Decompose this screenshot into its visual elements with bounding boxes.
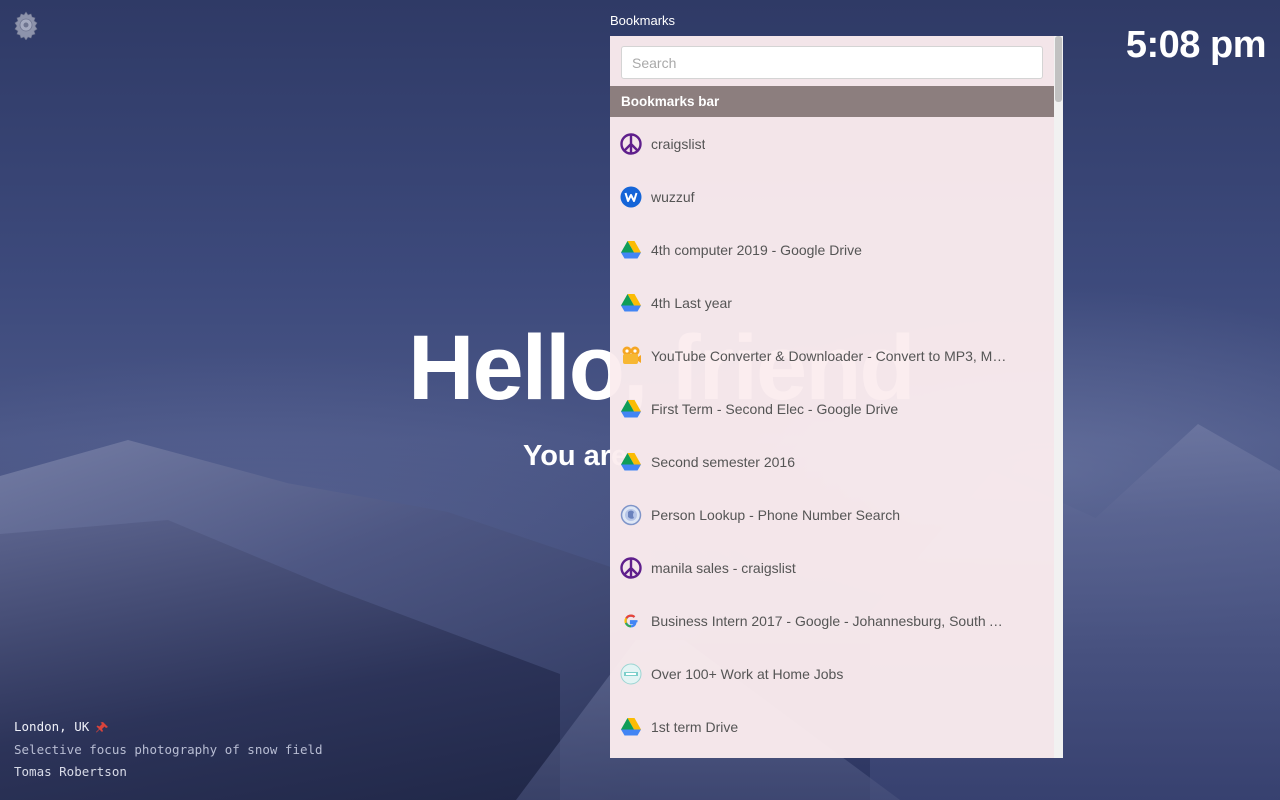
photo-location-label: London, UK [14, 719, 90, 734]
bookmarks-title: Bookmarks [610, 13, 676, 28]
bookmark-item[interactable]: First Term - Second Elec - Google Drive [610, 382, 1054, 435]
bookmark-item[interactable]: 4th Last year [610, 276, 1054, 329]
bookmark-item[interactable]: Second semester 2016 [610, 435, 1054, 488]
bookmark-item[interactable]: 1st term Drive [610, 700, 1054, 753]
bookmark-item[interactable]: Business Intern 2017 - Google - Johannes… [610, 594, 1054, 647]
google-drive-icon [620, 239, 642, 261]
wuzzuf-icon [620, 186, 642, 208]
bookmarks-scrollbar[interactable] [1054, 36, 1063, 758]
photo-author[interactable]: Tomas Robertson [14, 761, 323, 784]
bookmark-label: craigslist [651, 135, 706, 152]
bookmark-item[interactable]: craigslist [610, 117, 1054, 170]
google-drive-icon [620, 292, 642, 314]
bookmark-label: Second semester 2016 [651, 453, 795, 470]
google-icon [620, 610, 642, 632]
google-drive-icon [620, 451, 642, 473]
peace-icon [620, 556, 642, 579]
google-drive-icon [620, 398, 642, 420]
bookmark-item[interactable]: manila sales - craigslist [610, 541, 1054, 594]
photo-info: London, UK Selective focus photography o… [14, 716, 323, 784]
bookmark-label: Business Intern 2017 - Google - Johannes… [651, 612, 1011, 629]
workathome-icon [620, 663, 642, 685]
scrollbar-thumb[interactable] [1055, 36, 1062, 102]
converter-icon [620, 345, 642, 367]
bookmarks-search-input[interactable] [621, 46, 1043, 79]
bookmark-item[interactable]: Over 100+ Work at Home Jobs [610, 647, 1054, 700]
bookmark-label: 4th Last year [651, 294, 732, 311]
bookmark-label: Person Lookup - Phone Number Search [651, 506, 901, 523]
peace-icon [620, 132, 642, 155]
bookmark-label: Over 100+ Work at Home Jobs [651, 665, 844, 682]
photo-location[interactable]: London, UK [14, 716, 323, 739]
bookmark-label: 1st term Drive [651, 718, 739, 735]
pin-icon[interactable] [95, 720, 109, 734]
bookmark-label: wuzzuf [651, 188, 695, 205]
bookmark-label: First Term - Second Elec - Google Drive [651, 400, 899, 417]
settings-gear-icon[interactable] [12, 10, 40, 41]
bookmark-item[interactable]: Person Lookup - Phone Number Search [610, 488, 1054, 541]
bookmark-item[interactable]: YouTube Converter & Downloader - Convert… [610, 329, 1054, 382]
bookmark-label: 4th computer 2019 - Google Drive [651, 241, 862, 258]
bookmark-label: YouTube Converter & Downloader - Convert… [651, 347, 1011, 364]
google-drive-icon [620, 716, 642, 738]
photo-description[interactable]: Selective focus photography of snow fiel… [14, 739, 323, 762]
globe-icon [620, 504, 642, 526]
bookmarks-folder-header[interactable]: Bookmarks bar [610, 86, 1054, 117]
bookmark-item[interactable]: wuzzuf [610, 170, 1054, 223]
bookmarks-panel: Bookmarks bar craigslist wuzzuf 4th comp… [610, 36, 1063, 758]
clock: 5:08 pm [1125, 24, 1267, 66]
bookmarks-list: craigslist wuzzuf 4th computer 2019 - Go… [610, 117, 1054, 753]
bookmark-item[interactable]: 4th computer 2019 - Google Drive [610, 223, 1054, 276]
bookmark-label: manila sales - craigslist [651, 559, 796, 576]
